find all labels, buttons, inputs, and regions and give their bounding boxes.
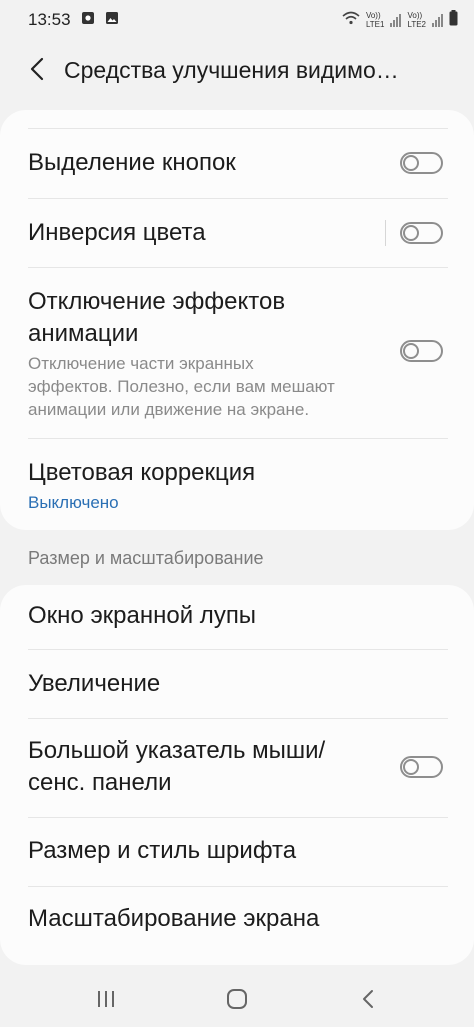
status-bar: 13:53 Vo)) LTE1 Vo)) LTE2 bbox=[0, 0, 474, 40]
network-2-top: Vo)) bbox=[407, 11, 423, 20]
network-label-1: Vo)) LTE1 bbox=[366, 11, 385, 29]
network-2-bottom: LTE2 bbox=[407, 20, 426, 29]
list-item-title: Окно экранной лупы bbox=[28, 602, 257, 629]
list-item-title-line-1: Отключение эффектов bbox=[28, 288, 286, 315]
network-1-top: Vo)) bbox=[365, 11, 381, 20]
list-item-font-size-style[interactable]: Размер и стиль шрифта bbox=[0, 818, 474, 886]
vertical-separator bbox=[385, 220, 386, 246]
recents-button[interactable] bbox=[86, 981, 126, 1021]
list-item-title-line-1: Большой указатель мыши/ bbox=[28, 737, 326, 764]
divider bbox=[28, 128, 448, 129]
list-item-title-line-2: сенс. панели bbox=[28, 769, 172, 796]
button-highlight-toggle[interactable] bbox=[400, 152, 443, 174]
list-item-title: Цветовая коррекция bbox=[28, 459, 256, 486]
settings-card-size-zoom: Окно экранной лупы Увеличение Большой ук… bbox=[0, 585, 474, 965]
color-inversion-toggle[interactable] bbox=[400, 222, 443, 244]
wifi-icon bbox=[342, 10, 360, 30]
list-item-title: Инверсия цвета bbox=[28, 219, 206, 246]
remove-animations-toggle[interactable] bbox=[400, 340, 443, 362]
network-label-2: Vo)) LTE2 bbox=[407, 11, 426, 29]
battery-icon bbox=[449, 9, 458, 31]
large-pointer-toggle[interactable] bbox=[400, 756, 443, 778]
record-icon bbox=[81, 10, 95, 30]
page-title: Средства улучшения видимо… bbox=[64, 57, 399, 83]
nav-back-icon bbox=[361, 989, 375, 1014]
navigation-bar bbox=[0, 975, 474, 1027]
home-button[interactable] bbox=[217, 981, 257, 1021]
gallery-icon bbox=[105, 10, 119, 30]
list-item-title: Масштабирование экрана bbox=[28, 905, 320, 932]
list-item-description-line-1: Отключение части экранных bbox=[28, 354, 254, 373]
home-icon bbox=[226, 988, 248, 1015]
list-item-magnification[interactable]: Увеличение bbox=[0, 650, 474, 718]
signal-icon-2 bbox=[432, 13, 443, 27]
chevron-left-icon bbox=[29, 57, 45, 86]
status-time: 13:53 bbox=[28, 10, 71, 29]
nav-back-button[interactable] bbox=[348, 981, 388, 1021]
list-item-remove-animations[interactable]: Отключение эффектов анимации Отключение … bbox=[0, 268, 474, 438]
signal-icon-1 bbox=[390, 13, 402, 27]
toggle-knob bbox=[403, 225, 419, 241]
recents-icon bbox=[96, 990, 116, 1013]
list-item-magnifier-window[interactable]: Окно экранной лупы bbox=[0, 585, 474, 649]
toggle-knob bbox=[403, 155, 419, 171]
section-header-size-zoom: Размер и масштабирование bbox=[28, 548, 264, 568]
network-1-bottom: LTE1 bbox=[365, 20, 385, 29]
toggle-knob bbox=[403, 343, 419, 359]
list-item-description-line-2: эффектов. Полезно, если вам мешают bbox=[28, 377, 335, 396]
list-item-large-mouse-pointer[interactable]: Большой указатель мыши/ сенс. панели bbox=[0, 719, 474, 817]
list-item-title: Выделение кнопок bbox=[28, 149, 236, 176]
status-right: Vo)) LTE1 Vo)) LTE2 bbox=[342, 9, 458, 31]
header: Средства улучшения видимо… bbox=[0, 40, 474, 102]
settings-card-visibility: Выделение кнопок Инверсия цвета Отключен… bbox=[0, 110, 474, 530]
list-item-title: Размер и стиль шрифта bbox=[28, 837, 297, 864]
list-item-title: Увеличение bbox=[28, 670, 161, 697]
toggle-knob bbox=[403, 759, 419, 775]
back-button[interactable] bbox=[22, 56, 52, 86]
list-item-color-correction[interactable]: Цветовая коррекция Выключено bbox=[0, 439, 474, 529]
status-left: 13:53 bbox=[28, 10, 119, 30]
list-item-color-inversion[interactable]: Инверсия цвета bbox=[0, 199, 474, 267]
list-item-screen-zoom[interactable]: Масштабирование экрана bbox=[0, 887, 474, 955]
list-item-title-line-2: анимации bbox=[28, 320, 139, 347]
list-item-button-highlight[interactable]: Выделение кнопок bbox=[0, 130, 474, 198]
list-item-description-line-3: анимации или движение на экране. bbox=[28, 400, 310, 419]
list-item-status: Выключено bbox=[28, 493, 119, 512]
